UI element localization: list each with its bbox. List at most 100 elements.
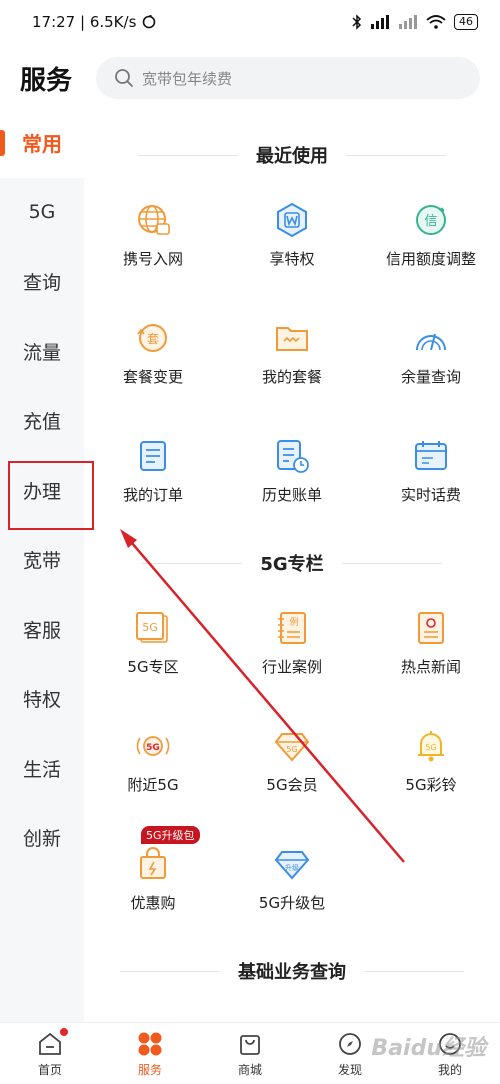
service-item-label: 我的订单 <box>122 486 183 504</box>
service-item-5g-zone[interactable]: 5G 5G专区 <box>84 610 222 677</box>
bag-icon <box>237 1031 263 1057</box>
gauge-icon <box>413 320 449 356</box>
header: 服务 宽带包年续费 <box>0 50 500 106</box>
sidebar-item-label: 特权 <box>22 689 61 712</box>
status-bar: 17:27 | 6.5K/s 46 <box>0 0 500 44</box>
service-item-label: 5G升级包 <box>258 894 326 912</box>
tab-service[interactable]: 服务 <box>100 1023 200 1084</box>
sidebar-item-innovation[interactable]: 创新 <box>0 803 84 873</box>
sidebar-item-label: 宽带 <box>22 550 61 573</box>
service-item-realtime-fee[interactable]: 实时话费 <box>362 438 500 505</box>
notification-dot <box>59 1027 69 1037</box>
upgrade-diamond-icon: 升级 <box>274 846 310 882</box>
sidebar-item-label: 生活 <box>22 758 61 781</box>
service-item-label: 套餐变更 <box>122 368 183 386</box>
service-item-label: 携号入网 <box>122 250 183 268</box>
divider <box>364 970 464 972</box>
status-left: 17:27 | 6.5K/s <box>32 13 156 31</box>
service-item-5g-ringtone[interactable]: 5G 5G彩铃 <box>362 728 500 795</box>
search-input[interactable]: 宽带包年续费 <box>96 57 480 99</box>
sidebar-item-recharge[interactable]: 充值 <box>0 386 84 456</box>
tab-label: 商城 <box>237 1063 262 1077</box>
service-item-label: 附近5G <box>127 776 179 794</box>
service-item-label: 历史账单 <box>261 486 322 504</box>
sidebar-item-query[interactable]: 查询 <box>0 247 84 317</box>
sidebar-item-life[interactable]: 生活 <box>0 734 84 804</box>
sidebar-item-label: 创新 <box>22 828 61 851</box>
content-area: 最近使用 携号入网 享特权 信 信用额度调整 套 套餐变更 我的套餐 余量查询 … <box>84 108 500 1022</box>
divider <box>138 154 238 156</box>
service-item-label: 5G专区 <box>127 658 179 676</box>
tab-label: 服务 <box>137 1063 162 1077</box>
section-title-text: 基础业务查询 <box>238 962 346 983</box>
service-item-label: 我的套餐 <box>261 368 322 386</box>
sidebar-item-common[interactable]: 常用 <box>0 108 84 178</box>
section-title-basic: 基础业务查询 <box>84 958 500 984</box>
divider <box>120 970 220 972</box>
annotation-highlight-box <box>8 461 94 530</box>
credit-icon: 信 <box>413 202 449 238</box>
search-icon <box>115 69 133 87</box>
service-item-label: 余量查询 <box>400 368 461 386</box>
service-item-port-in[interactable]: 携号入网 <box>84 202 222 269</box>
category-sidebar: 常用 5G 查询 流量 充值 办理 宽带 客服 特权 生活 创新 <box>0 108 84 1022</box>
section-title-5g: 5G专栏 <box>84 550 500 576</box>
service-item-nearby-5g[interactable]: 5G 附近5G <box>84 728 222 795</box>
tab-label: 首页 <box>37 1063 62 1077</box>
sidebar-item-privilege[interactable]: 特权 <box>0 664 84 734</box>
section-title-text: 最近使用 <box>256 146 328 167</box>
service-item-label: 热点新闻 <box>400 658 461 676</box>
service-item-bill-history[interactable]: 历史账单 <box>223 438 361 505</box>
signal-2-icon <box>399 15 417 29</box>
home-icon <box>37 1027 69 1057</box>
sidebar-item-label: 查询 <box>22 272 61 295</box>
service-item-balance-query[interactable]: 余量查询 <box>362 320 500 387</box>
svg-text:例: 例 <box>289 616 298 628</box>
sidebar-item-service[interactable]: 客服 <box>0 595 84 665</box>
divider <box>142 562 243 564</box>
svg-text:5G: 5G <box>425 743 436 752</box>
sidebar-item-label: 客服 <box>22 619 61 642</box>
svg-text:套: 套 <box>147 332 159 346</box>
compass-icon <box>337 1031 363 1057</box>
globe-icon <box>135 202 171 238</box>
status-time: 17:27 | 6.5K/s <box>32 13 137 31</box>
page-title: 服务 <box>20 65 73 96</box>
hexagon-w-icon <box>274 202 310 238</box>
wifi-icon <box>426 15 446 29</box>
section-title-text: 5G专栏 <box>260 554 324 575</box>
service-item-5g-upgrade[interactable]: 升级 5G升级包 <box>223 846 361 913</box>
svg-text:信: 信 <box>424 214 437 229</box>
battery-indicator: 46 <box>454 14 478 30</box>
service-item-discount-buy[interactable]: 5G升级包 优惠购 <box>84 826 222 913</box>
signal-icon <box>371 15 389 29</box>
service-item-label: 实时话费 <box>400 486 461 504</box>
svg-text:5G: 5G <box>142 621 158 634</box>
tab-label: 发现 <box>337 1063 362 1077</box>
service-item-credit-adjust[interactable]: 信 信用额度调整 <box>362 202 500 269</box>
divider <box>346 154 446 156</box>
order-icon <box>135 438 171 474</box>
clover-icon <box>137 1031 163 1057</box>
service-item-privilege[interactable]: 享特权 <box>223 202 361 269</box>
service-item-my-orders[interactable]: 我的订单 <box>84 438 222 505</box>
service-item-industry-cases[interactable]: 例 行业案例 <box>223 610 361 677</box>
service-item-5g-member[interactable]: 5G 5G会员 <box>223 728 361 795</box>
service-item-label: 享特权 <box>269 250 315 268</box>
tab-mall[interactable]: 商城 <box>200 1023 300 1084</box>
divider <box>341 562 442 564</box>
sidebar-item-data[interactable]: 流量 <box>0 317 84 387</box>
service-item-my-plan[interactable]: 我的套餐 <box>223 320 361 387</box>
sidebar-item-5g[interactable]: 5G <box>0 178 84 248</box>
sidebar-item-label: 流量 <box>22 341 61 364</box>
service-item-label: 5G彩铃 <box>405 776 457 794</box>
upgrade-badge: 5G升级包 <box>141 826 200 844</box>
tab-home[interactable]: 首页 <box>0 1023 100 1084</box>
service-item-hot-news[interactable]: 热点新闻 <box>362 610 500 677</box>
sync-icon <box>143 15 156 29</box>
package-change-icon: 套 <box>135 320 171 356</box>
sidebar-item-broadband[interactable]: 宽带 <box>0 525 84 595</box>
service-item-plan-change[interactable]: 套 套餐变更 <box>84 320 222 387</box>
case-book-icon: 例 <box>274 610 310 646</box>
service-item-label: 信用额度调整 <box>385 250 476 268</box>
